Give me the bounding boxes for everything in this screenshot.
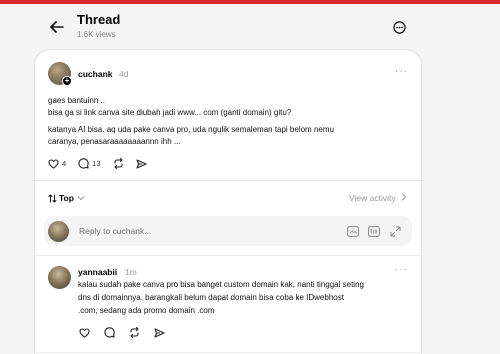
comment-icon xyxy=(78,158,89,169)
reply-attachments xyxy=(346,224,402,238)
heart-icon xyxy=(79,327,90,338)
comment-actions xyxy=(79,327,177,338)
divider xyxy=(35,180,421,181)
post-more-button[interactable]: ··· xyxy=(395,66,408,77)
view-activity-label: View activity xyxy=(349,193,396,203)
comment-button[interactable]: 13 xyxy=(78,158,101,169)
post-text-line-2: bisa ga si link canva site diubah jadi w… xyxy=(48,108,292,117)
comment-icon xyxy=(104,327,115,338)
comment-button[interactable] xyxy=(104,327,115,338)
sort-icon xyxy=(48,194,57,202)
gif-icon xyxy=(347,225,359,237)
page-title: Thread xyxy=(77,12,121,27)
back-arrow-icon xyxy=(50,21,64,33)
comment-item: yannaabii 1m ··· kalau sudah pake canva … xyxy=(35,263,421,353)
share-button[interactable] xyxy=(135,158,147,169)
more-options-icon xyxy=(392,20,406,34)
post-text-line-4: caranya, penasaraaaaaaaannn ihh ... xyxy=(48,137,181,146)
image-button[interactable] xyxy=(367,224,381,238)
divider xyxy=(35,352,421,353)
heart-icon xyxy=(48,158,59,169)
sort-dropdown[interactable]: Top xyxy=(48,193,85,203)
share-icon xyxy=(135,158,147,169)
thread-more-button[interactable] xyxy=(391,19,407,35)
avatar[interactable] xyxy=(48,266,71,289)
thread-header: Thread 1.6K views xyxy=(0,4,500,44)
comment-text-line-1: kalau sudah pake canva pro bisa banget c… xyxy=(78,280,364,289)
comment-time: 1m xyxy=(125,267,137,277)
post-username[interactable]: cuchank xyxy=(78,69,113,79)
repost-button[interactable] xyxy=(129,327,140,338)
expand-button[interactable] xyxy=(388,224,402,238)
comment-username[interactable]: yannaabii xyxy=(78,267,117,277)
expand-icon xyxy=(390,226,400,236)
thread-card: + cuchank 4d ··· gaes bantuinn .. bisa g… xyxy=(34,49,422,354)
post-text-line-1: gaes bantuinn .. xyxy=(48,96,105,105)
repost-icon xyxy=(130,327,139,338)
repost-icon xyxy=(113,158,123,169)
avatar xyxy=(48,220,69,242)
reply-composer[interactable] xyxy=(44,216,412,246)
comment-more-button[interactable]: ··· xyxy=(395,264,408,275)
view-activity-link[interactable]: View activity xyxy=(349,193,407,203)
back-button[interactable] xyxy=(46,16,68,38)
sort-label: Top xyxy=(59,193,74,203)
chevron-right-icon xyxy=(402,193,407,201)
share-icon xyxy=(154,327,165,338)
view-count: 1.6K views xyxy=(77,30,116,39)
comment-count: 13 xyxy=(92,159,101,168)
post-time: 4d xyxy=(119,69,129,79)
original-post: + cuchank 4d ··· gaes bantuinn .. bisa g… xyxy=(35,50,421,182)
comment-text-line-3: .com, sedang ada promo domain .com xyxy=(78,306,215,315)
chevron-down-icon xyxy=(77,196,85,201)
like-button[interactable]: 4 xyxy=(48,158,67,169)
post-actions: 4 13 xyxy=(48,158,159,169)
post-text-line-3: katanya AI bisa. aq uda pake canva pro, … xyxy=(48,125,334,134)
like-count: 4 xyxy=(62,159,67,168)
share-button[interactable] xyxy=(154,327,165,338)
gif-button[interactable] xyxy=(346,224,360,238)
comment-text-line-2: dns di domainnya. barangkali belum dapat… xyxy=(78,293,344,302)
repost-button[interactable] xyxy=(113,158,124,169)
reply-input[interactable] xyxy=(79,226,329,236)
divider xyxy=(35,255,421,256)
like-button[interactable] xyxy=(79,327,90,338)
image-icon xyxy=(368,225,380,237)
follow-plus-icon[interactable]: + xyxy=(62,76,72,86)
